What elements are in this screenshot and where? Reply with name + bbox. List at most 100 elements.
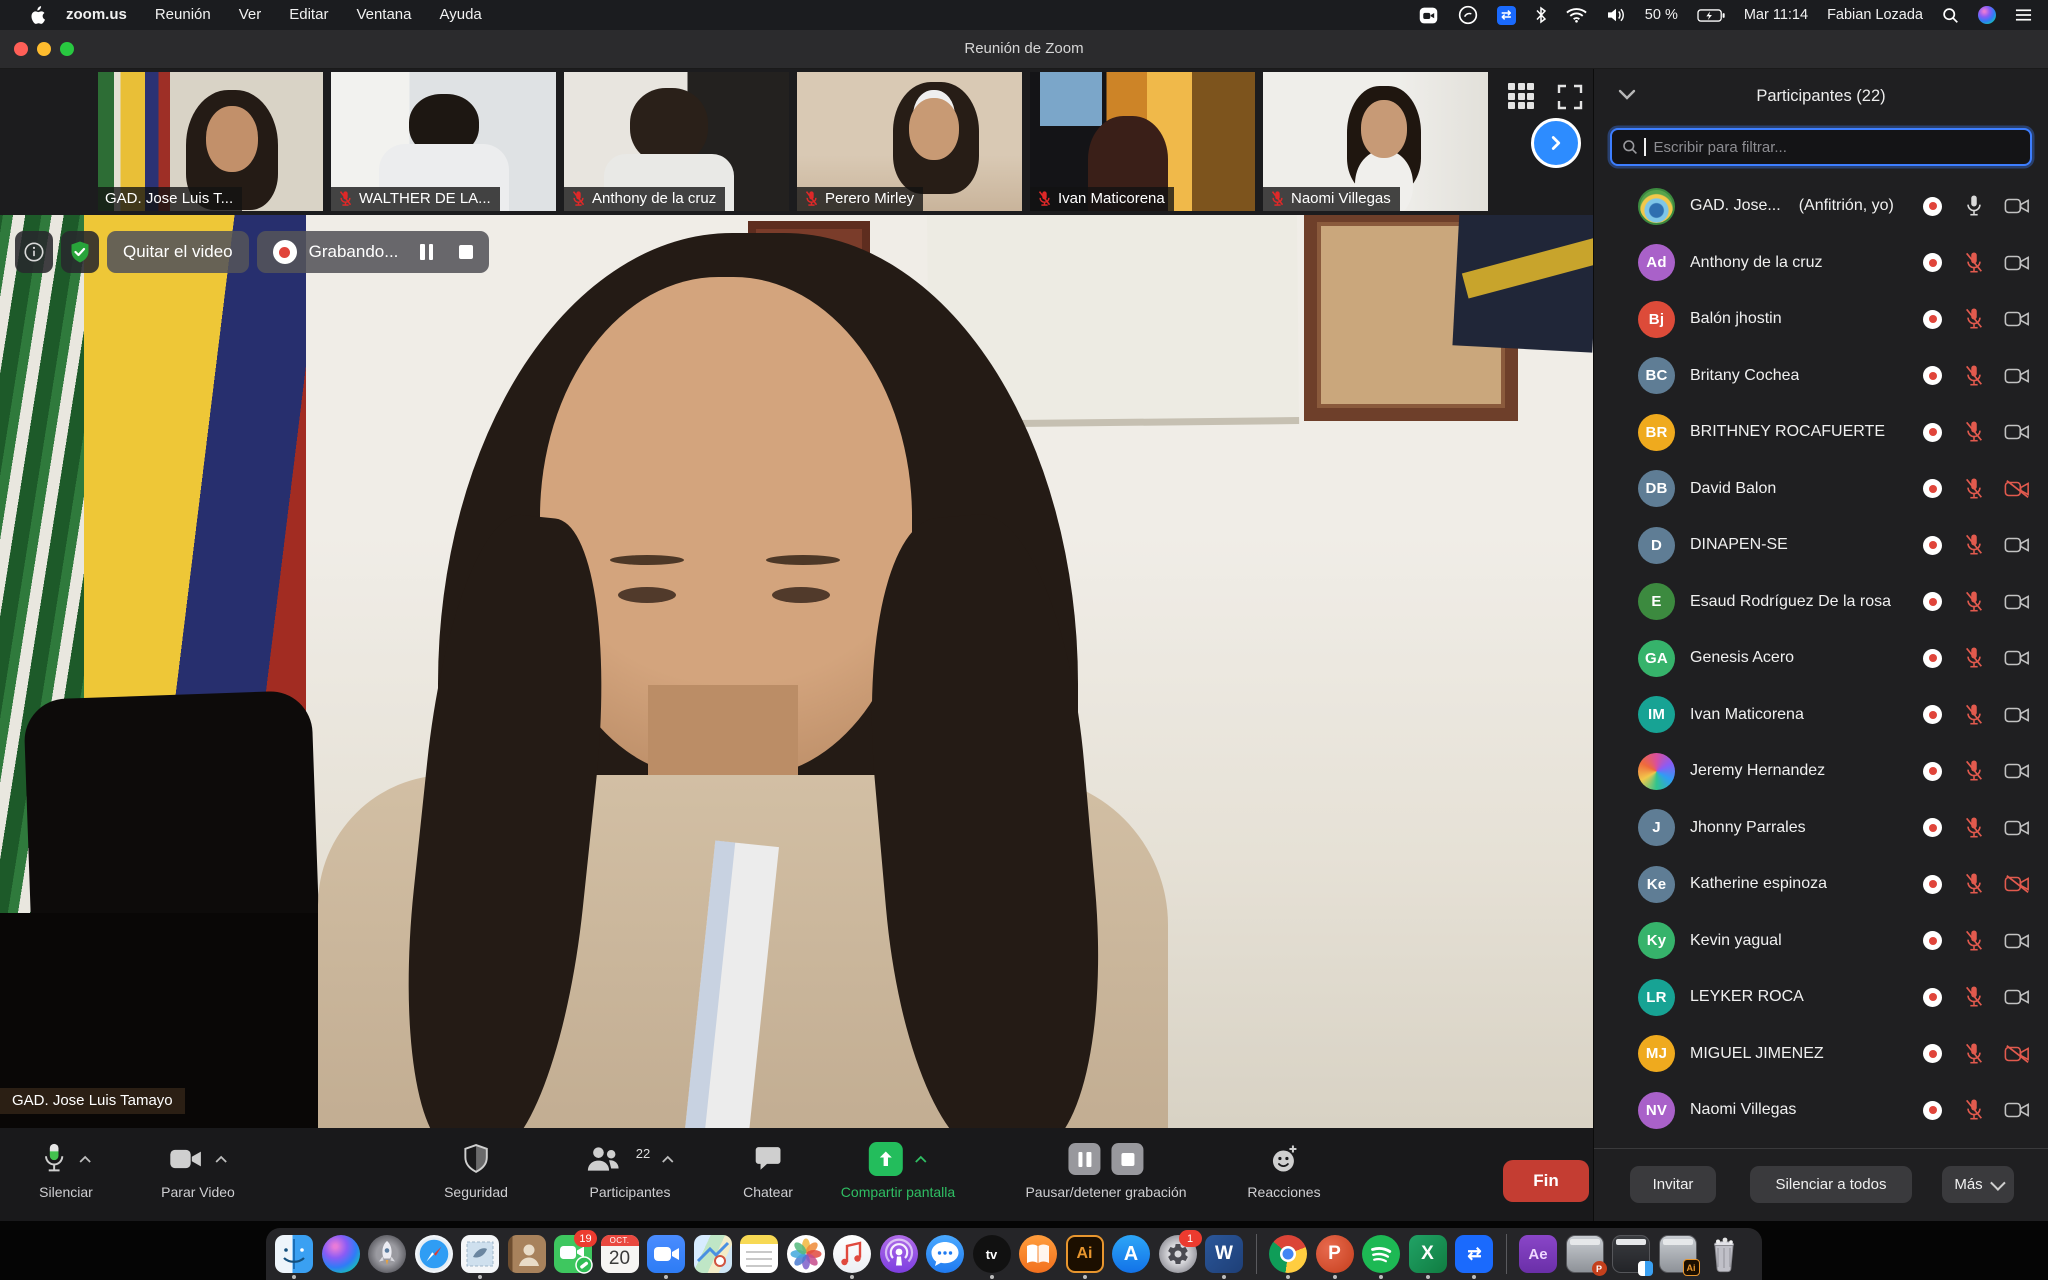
chat-button[interactable]: Chatear (743, 1141, 793, 1200)
dock-app-store-icon[interactable]: A (1112, 1235, 1150, 1273)
participant-row[interactable]: Jeremy Hernandez (1594, 743, 2048, 800)
fullscreen-icon[interactable] (1556, 83, 1584, 111)
menu-item-ayuda[interactable]: Ayuda (426, 0, 496, 30)
video-options-caret[interactable] (215, 1155, 227, 1163)
stop-video-overlay-button[interactable]: Quitar el video (107, 231, 249, 273)
dock-facetime-icon[interactable]: 19 (554, 1235, 592, 1273)
dock-photos-icon[interactable] (787, 1235, 825, 1273)
dock-launchpad-icon[interactable] (368, 1235, 406, 1273)
dock-apple-tv-icon[interactable]: tv (973, 1235, 1011, 1273)
invite-button[interactable]: Invitar (1630, 1166, 1716, 1203)
video-thumbnail[interactable]: GAD. Jose Luis T... (98, 72, 323, 211)
security-button[interactable]: Seguridad (444, 1141, 508, 1200)
participant-row[interactable]: D DINAPEN-SE (1594, 517, 2048, 574)
dock-teamviewer-icon[interactable]: ⇄ (1455, 1235, 1493, 1273)
participant-row[interactable]: NV Naomi Villegas (1594, 1082, 2048, 1139)
notification-center-icon[interactable] (2015, 8, 2032, 22)
participant-row[interactable]: BR BRITHNEY ROCAFUERTE (1594, 404, 2048, 461)
dock-notes-icon[interactable] (740, 1235, 778, 1273)
share-screen-button[interactable]: Compartir pantalla (841, 1141, 955, 1200)
mute-options-caret[interactable] (79, 1155, 91, 1163)
zoom-videocam-status-icon[interactable] (1418, 5, 1439, 26)
menu-item-ver[interactable]: Ver (225, 0, 276, 30)
participant-row[interactable]: Ad Anthony de la cruz (1594, 235, 2048, 292)
video-thumbnail[interactable]: WALTHER DE LA... (331, 72, 556, 211)
menu-item-ventana[interactable]: Ventana (342, 0, 425, 30)
menu-item-reunin[interactable]: Reunión (141, 0, 225, 30)
dock-powerpoint-icon[interactable]: P (1316, 1235, 1354, 1273)
participants-search-box[interactable] (1610, 128, 2032, 166)
participant-row[interactable]: IM Ivan Maticorena (1594, 687, 2048, 744)
participant-row[interactable]: LR LEYKER ROCA (1594, 969, 2048, 1026)
dock-zoom-icon[interactable] (647, 1235, 685, 1273)
participant-row[interactable]: MJ MIGUEL JIMENEZ (1594, 1026, 2048, 1083)
participant-row[interactable]: Ky Kevin yagual (1594, 913, 2048, 970)
menu-item-editar[interactable]: Editar (275, 0, 342, 30)
dock-minimized-window-finder-icon[interactable] (1612, 1235, 1650, 1273)
participant-row[interactable]: J Jhonny Parrales (1594, 800, 2048, 857)
dock-illustrator-icon[interactable]: Ai (1066, 1235, 1104, 1273)
adobe-creative-cloud-icon[interactable] (1458, 5, 1478, 25)
menu-clock[interactable]: Mar 11:14 (1744, 7, 1808, 23)
dock-maps-icon[interactable] (694, 1235, 732, 1273)
gallery-view-icon[interactable] (1508, 83, 1536, 111)
participants-button[interactable]: 22 Participantes (586, 1141, 674, 1200)
participants-options-caret[interactable] (662, 1155, 674, 1163)
stop-recording-toolbar-button[interactable] (1111, 1143, 1143, 1175)
video-thumbnail[interactable]: Perero Mirley (797, 72, 1022, 211)
volume-icon[interactable] (1606, 7, 1626, 23)
dock-excel-icon[interactable]: X (1409, 1235, 1447, 1273)
dock-minimized-window-illustrator-icon[interactable]: Ai (1659, 1235, 1697, 1273)
battery-percent[interactable]: 50 % (1645, 7, 1678, 23)
dock-messages-icon[interactable] (926, 1235, 964, 1273)
meeting-info-button[interactable] (15, 231, 53, 273)
participant-row[interactable]: GAD. Jose...(Anfitrión, yo) (1594, 178, 2048, 235)
teamviewer-status-icon[interactable]: ⇄ (1497, 6, 1516, 25)
video-thumbnail[interactable]: Anthony de la cruz (564, 72, 789, 211)
mute-all-button[interactable]: Silenciar a todos (1750, 1166, 1912, 1203)
participant-row[interactable]: DB David Balon (1594, 461, 2048, 518)
dock-system-preferences-icon[interactable]: 1 (1159, 1235, 1197, 1273)
dock-spotify-icon[interactable] (1362, 1235, 1400, 1273)
video-thumbnail[interactable]: Ivan Maticorena (1030, 72, 1255, 211)
participant-row[interactable]: BC Britany Cochea (1594, 348, 2048, 405)
menu-user-name[interactable]: Fabian Lozada (1827, 7, 1923, 23)
participant-row[interactable]: E Esaud Rodríguez De la rosa (1594, 574, 2048, 631)
dock-siri-icon[interactable] (322, 1235, 360, 1273)
stop-video-button[interactable]: Parar Video (161, 1141, 235, 1200)
more-button[interactable]: Más (1942, 1166, 2014, 1203)
siri-icon[interactable] (1978, 6, 1996, 24)
participant-row[interactable]: Bj Balón jhostin (1594, 291, 2048, 348)
pause-recording-toolbar-button[interactable] (1068, 1143, 1100, 1175)
dock-ae-folder-icon[interactable]: Ae (1519, 1235, 1557, 1273)
reactions-button[interactable]: Reacciones (1247, 1141, 1320, 1200)
dock-books-icon[interactable] (1019, 1235, 1057, 1273)
stop-recording-button[interactable] (459, 245, 473, 259)
dock-calendar-icon[interactable]: OCT.20 (601, 1235, 639, 1273)
participant-row[interactable]: GA Genesis Acero (1594, 630, 2048, 687)
spotlight-search-icon[interactable] (1942, 7, 1959, 24)
menu-item-zoom.us[interactable]: zoom.us (52, 0, 141, 30)
share-options-caret[interactable] (915, 1155, 927, 1163)
mute-button[interactable]: Silenciar (39, 1141, 93, 1200)
dock-podcasts-icon[interactable] (880, 1235, 918, 1273)
apple-menu-icon[interactable] (22, 6, 52, 25)
video-thumbnail[interactable]: Naomi Villegas (1263, 72, 1488, 211)
participant-row[interactable]: Ke Katherine espinoza (1594, 856, 2048, 913)
dock-word-icon[interactable]: W (1205, 1235, 1243, 1273)
dock-trash-icon[interactable] (1705, 1235, 1743, 1273)
dock-safari-icon[interactable] (415, 1235, 453, 1273)
end-meeting-button[interactable]: Fin (1503, 1160, 1589, 1202)
pause-recording-button[interactable] (420, 244, 433, 260)
bluetooth-icon[interactable] (1535, 6, 1547, 24)
wifi-icon[interactable] (1566, 7, 1587, 23)
dock-finder-icon[interactable] (275, 1235, 313, 1273)
dock-music-icon[interactable] (833, 1235, 871, 1273)
dock-contacts-icon[interactable] (508, 1235, 546, 1273)
search-input[interactable] (1652, 138, 2021, 157)
encryption-shield-icon[interactable] (61, 231, 99, 273)
dock-mail-icon[interactable] (461, 1235, 499, 1273)
next-page-button[interactable] (1531, 118, 1581, 168)
battery-icon[interactable] (1697, 9, 1725, 22)
dock-chrome-icon[interactable] (1269, 1235, 1307, 1273)
